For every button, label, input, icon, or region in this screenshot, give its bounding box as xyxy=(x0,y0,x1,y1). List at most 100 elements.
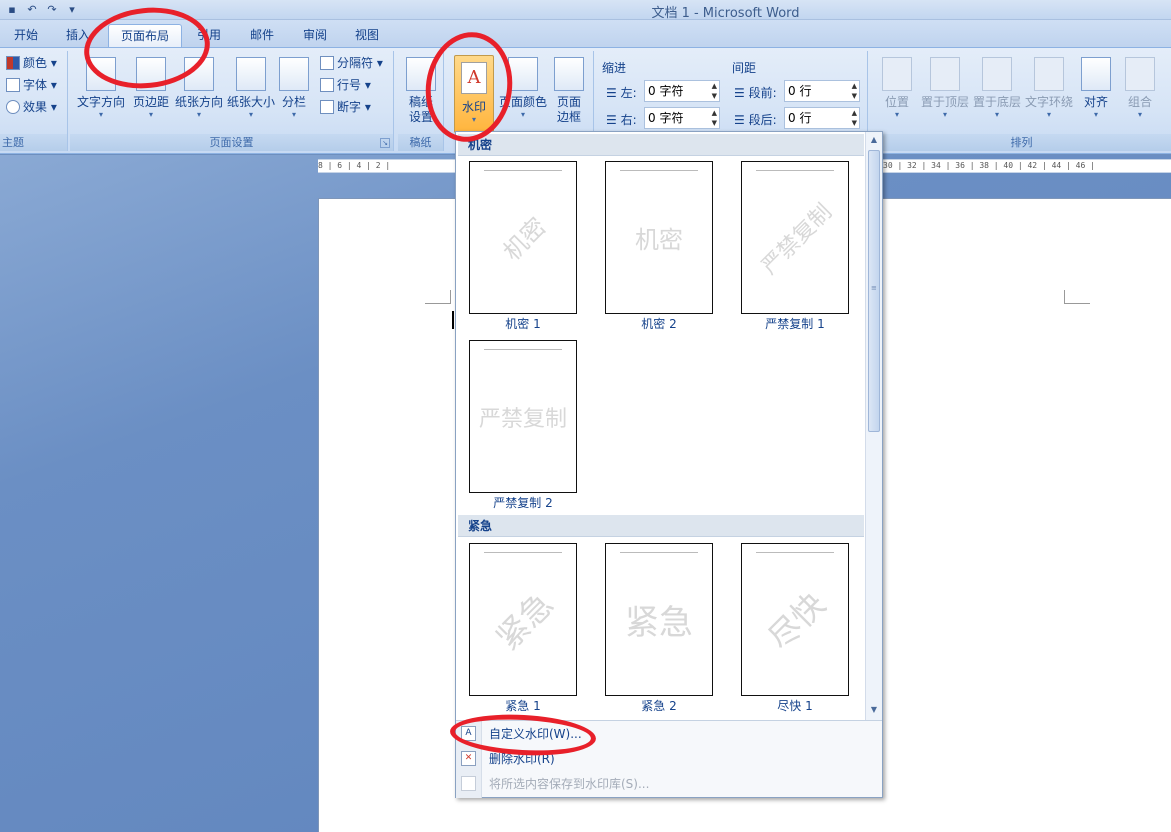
save-to-gallery-menu-item[interactable]: 将所选内容保存到水印库(S)... xyxy=(456,772,882,796)
margin-corner-mark xyxy=(1064,290,1090,304)
orientation-button[interactable]: 纸张方向 ▾ xyxy=(173,55,225,131)
tab-view[interactable]: 视图 xyxy=(343,24,391,48)
arrange-group-label: 排列 xyxy=(872,134,1171,151)
watermark-thumbnail: 尽快 xyxy=(741,543,849,696)
watermark-menu: A 自定义水印(W)... ✕ 删除水印(R) 将所选内容保存到水印库(S)..… xyxy=(456,720,882,798)
margin-corner-mark xyxy=(425,290,451,304)
margins-button[interactable]: 页边距 ▾ xyxy=(125,55,177,131)
watermark-item[interactable]: 紧急 紧急 2 xyxy=(604,543,714,713)
gallery-section-confidential: 机密 xyxy=(458,134,864,156)
send-to-back-icon xyxy=(982,57,1012,91)
tab-references[interactable]: 引用 xyxy=(185,24,233,48)
group-button[interactable]: 组合 ▾ xyxy=(1118,55,1162,131)
text-wrap-button[interactable]: 文字环绕 ▾ xyxy=(1022,55,1076,131)
gallery-scrollbar[interactable]: ▲ ≡ ▼ xyxy=(865,132,882,720)
line-numbers-icon xyxy=(320,78,334,92)
ribbon-tabs: 开始 插入 页面布局 引用 邮件 审阅 视图 xyxy=(0,20,1171,48)
columns-button[interactable]: 分栏 ▾ xyxy=(274,55,314,131)
watermark-item[interactable]: 机密 机密 2 xyxy=(604,161,714,331)
tab-home[interactable]: 开始 xyxy=(2,24,50,48)
indent-right-label: ☰ 右: xyxy=(606,113,637,127)
watermark-item[interactable]: 严禁复制 严禁复制 2 xyxy=(468,340,578,510)
theme-effects-button[interactable]: 效果 ▾ xyxy=(6,97,57,117)
watermark-thumbnail: 严禁复制 xyxy=(741,161,849,314)
spacing-before-label: ☰ 段前: xyxy=(734,86,777,100)
watermark-item[interactable]: 机密 机密 1 xyxy=(468,161,578,331)
remove-watermark-icon: ✕ xyxy=(461,751,476,766)
page-setup-launcher-icon[interactable]: ↘ xyxy=(380,138,390,148)
custom-watermark-icon: A xyxy=(461,726,476,741)
colors-icon xyxy=(6,56,20,70)
watermark-item[interactable]: 尽快 尽快 1 xyxy=(740,543,850,713)
fonts-icon xyxy=(6,78,20,92)
indent-right-input[interactable]: 0 字符 ▲ ▼ xyxy=(644,107,720,129)
manuscript-icon xyxy=(406,57,436,91)
effects-icon xyxy=(6,100,20,114)
page-size-button[interactable]: 纸张大小 ▾ xyxy=(225,55,277,131)
page-borders-button[interactable]: 页面 边框 xyxy=(548,55,590,131)
watermark-thumbnail: 机密 xyxy=(605,161,713,314)
page-borders-icon xyxy=(554,57,584,91)
tab-mailings[interactable]: 邮件 xyxy=(238,24,286,48)
page-color-button[interactable]: 页面颜色 ▾ xyxy=(498,55,548,131)
theme-colors-button[interactable]: 颜色 ▾ xyxy=(6,53,57,73)
spacing-label: 间距 xyxy=(732,61,757,75)
title-bar: ▪ ↶ ↷ ▾ 文档 1 - Microsoft Word xyxy=(0,0,1171,21)
custom-watermark-menu-item[interactable]: A 自定义水印(W)... xyxy=(456,722,882,746)
spacing-after-label: ☰ 段后: xyxy=(734,113,777,127)
spacing-after-input[interactable]: 0 行 ▲ ▼ xyxy=(784,107,860,129)
margins-icon xyxy=(136,57,166,91)
window-title: 文档 1 - Microsoft Word xyxy=(651,6,800,21)
columns-icon xyxy=(279,57,309,91)
indent-left-input[interactable]: 0 字符 ▲ ▼ xyxy=(644,80,720,102)
gallery-section-urgent: 紧急 xyxy=(458,515,864,537)
page-setup-group-label: 页面设置 xyxy=(70,134,393,151)
theme-fonts-button[interactable]: 字体 ▾ xyxy=(6,75,57,95)
breaks-icon xyxy=(320,56,334,70)
watermark-item[interactable]: 严禁复制 严禁复制 1 xyxy=(740,161,850,331)
bring-to-front-button[interactable]: 置于顶层 ▾ xyxy=(918,55,972,131)
indent-left-label: ☰ 左: xyxy=(606,86,637,100)
watermark-thumbnail: 紧急 xyxy=(469,543,577,696)
manuscript-settings-button[interactable]: 稿纸 设置 xyxy=(400,55,442,131)
text-direction-icon xyxy=(86,57,116,91)
line-numbers-button[interactable]: 行号 ▾ xyxy=(320,75,371,95)
position-button[interactable]: 位置 ▾ xyxy=(874,55,920,131)
position-icon xyxy=(882,57,912,91)
hyphenation-button[interactable]: 断字 ▾ xyxy=(320,97,371,117)
tab-insert[interactable]: 插入 xyxy=(54,24,102,48)
align-button[interactable]: 对齐 ▾ xyxy=(1074,55,1118,131)
page-setup-group: 文字方向 ▾ 页边距 ▾ 纸张方向 ▾ 纸张大小 ▾ 分栏 ▾ 分隔符 ▾ 行号 ▾ 断字… xyxy=(70,51,394,151)
scroll-up-icon[interactable]: ▲ xyxy=(866,132,882,148)
tab-page-layout[interactable]: 页面布局 xyxy=(108,24,183,48)
breaks-button[interactable]: 分隔符 ▾ xyxy=(320,53,383,73)
tab-review[interactable]: 审阅 xyxy=(291,24,339,48)
page-size-icon xyxy=(236,57,266,91)
manuscript-group-label: 稿纸 xyxy=(398,134,443,151)
themes-group-label: 主题 xyxy=(0,134,67,151)
scroll-down-icon[interactable]: ▼ xyxy=(866,702,882,718)
text-direction-button[interactable]: 文字方向 ▾ xyxy=(75,55,127,131)
watermark-thumbnail: 紧急 xyxy=(605,543,713,696)
send-to-back-button[interactable]: 置于底层 ▾ xyxy=(970,55,1024,131)
watermark-thumbnail: 严禁复制 xyxy=(469,340,577,493)
watermark-icon: A xyxy=(461,62,487,94)
remove-watermark-menu-item[interactable]: ✕ 删除水印(R) xyxy=(456,747,882,771)
bring-to-front-icon xyxy=(930,57,960,91)
arrange-group: 位置 ▾ 置于顶层 ▾ 置于底层 ▾ 文字环绕 ▾ 对齐 ▾ 组合 ▾ 排列 xyxy=(872,51,1171,151)
orientation-icon xyxy=(184,57,214,91)
watermark-thumbnail: 机密 xyxy=(469,161,577,314)
save-to-gallery-icon xyxy=(461,776,476,791)
manuscript-group: 稿纸 设置 稿纸 xyxy=(398,51,444,151)
watermark-gallery: 机密 机密 机密 1 机密 机密 2 严禁复制 严禁复制 1 严禁复制 严禁复制… xyxy=(456,132,865,720)
align-icon xyxy=(1081,57,1111,91)
watermark-dropdown: 机密 机密 机密 1 机密 机密 2 严禁复制 严禁复制 1 严禁复制 严禁复制… xyxy=(455,131,883,798)
group-icon xyxy=(1125,57,1155,91)
text-wrap-icon xyxy=(1034,57,1064,91)
scrollbar-thumb[interactable]: ≡ xyxy=(868,150,880,432)
watermark-item[interactable]: 紧急 紧急 1 xyxy=(468,543,578,713)
watermark-button[interactable]: A 水印 ▾ xyxy=(454,55,494,133)
text-cursor xyxy=(452,311,454,329)
spacing-before-input[interactable]: 0 行 ▲ ▼ xyxy=(784,80,860,102)
themes-group: 颜色 ▾ 字体 ▾ 效果 ▾ 主题 xyxy=(0,51,68,151)
